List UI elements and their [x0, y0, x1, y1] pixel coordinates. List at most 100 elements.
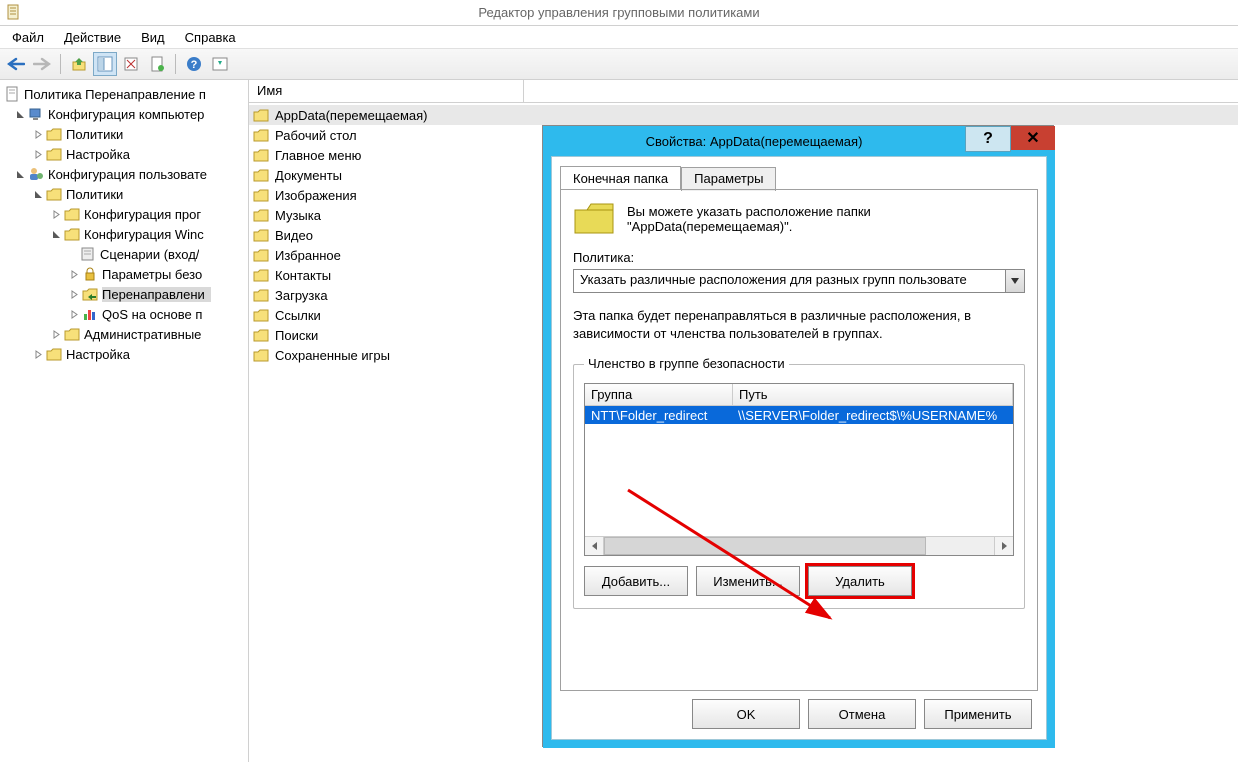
- list-label: Загрузка: [275, 288, 328, 303]
- expand-icon[interactable]: [32, 128, 44, 140]
- folder-icon: [253, 149, 269, 162]
- app-icon: [6, 4, 22, 20]
- scroll-left-icon[interactable]: [585, 537, 604, 555]
- column-name[interactable]: Имя: [249, 80, 524, 102]
- list-label: Сохраненные игры: [275, 348, 390, 363]
- nav-forward-button[interactable]: [30, 52, 54, 76]
- tree-admin-templates[interactable]: Административные: [0, 324, 248, 344]
- dialog-help-button[interactable]: ?: [965, 126, 1011, 152]
- add-button[interactable]: Добавить...: [584, 566, 688, 596]
- script-icon: [80, 246, 96, 262]
- tree-user-policies[interactable]: Политики: [0, 184, 248, 204]
- delete-button[interactable]: [119, 52, 143, 76]
- apply-button[interactable]: Применить: [924, 699, 1032, 729]
- grid-row[interactable]: NTT\Folder_redirect \\SERVER\Folder_redi…: [585, 406, 1013, 424]
- folder-icon: [46, 128, 62, 141]
- edit-button[interactable]: Изменить...: [696, 566, 800, 596]
- info-text: Вы можете указать расположение папки "Ap…: [627, 200, 937, 234]
- list-label: Избранное: [275, 248, 341, 263]
- filter-button[interactable]: [208, 52, 232, 76]
- tree-scripts[interactable]: Сценарии (вход/: [0, 244, 248, 264]
- col-group[interactable]: Группа: [585, 384, 733, 405]
- expand-icon[interactable]: [32, 148, 44, 160]
- horizontal-scrollbar[interactable]: [585, 536, 1013, 555]
- tree-qos[interactable]: QoS на основе п: [0, 304, 248, 324]
- expand-icon[interactable]: [32, 348, 44, 360]
- toolbar: ?: [0, 48, 1238, 80]
- tree-root[interactable]: Политика Перенаправление п: [0, 84, 248, 104]
- tree-label: Сценарии (вход/: [100, 247, 199, 262]
- tree-label: Параметры безо: [102, 267, 202, 282]
- list-item[interactable]: AppData(перемещаемая): [249, 105, 1238, 125]
- menu-help[interactable]: Справка: [177, 28, 248, 47]
- folder-icon: [64, 208, 80, 221]
- policy-label: Политика:: [573, 250, 1025, 265]
- dialog-titlebar-buttons: ? ✕: [965, 126, 1055, 152]
- tree-security[interactable]: Параметры безо: [0, 264, 248, 284]
- list-label: Музыка: [275, 208, 321, 223]
- tab-page: Вы можете указать расположение папки "Ap…: [560, 189, 1038, 691]
- tree-folder-redirect[interactable]: Перенаправлени: [0, 284, 248, 304]
- menu-file[interactable]: Файл: [4, 28, 56, 47]
- expand-icon[interactable]: [50, 208, 62, 220]
- toolbar-separator: [175, 54, 176, 74]
- tree-user-settings[interactable]: Настройка: [0, 344, 248, 364]
- toolbar-separator: [60, 54, 61, 74]
- collapse-icon[interactable]: [32, 188, 44, 200]
- collapse-icon[interactable]: [50, 228, 62, 240]
- nav-back-button[interactable]: [4, 52, 28, 76]
- tree-label: Конфигурация пользовате: [48, 167, 207, 182]
- folder-icon: [253, 349, 269, 362]
- ok-button[interactable]: OK: [692, 699, 800, 729]
- tab-target-folder[interactable]: Конечная папка: [560, 166, 681, 190]
- scroll-thumb[interactable]: [604, 537, 926, 555]
- membership-grid[interactable]: Группа Путь NTT\Folder_redirect \\SERVER…: [584, 383, 1014, 556]
- cancel-button[interactable]: Отмена: [808, 699, 916, 729]
- tree-windows-cfg[interactable]: Конфигурация Winc: [0, 224, 248, 244]
- page-icon: [4, 86, 20, 102]
- tree-label: QoS на основе п: [102, 307, 202, 322]
- collapse-icon[interactable]: [14, 168, 26, 180]
- chart-icon: [82, 306, 98, 322]
- menu-action[interactable]: Действие: [56, 28, 133, 47]
- list-header: Имя: [249, 80, 1238, 103]
- lock-icon: [82, 266, 98, 282]
- folder-icon: [253, 289, 269, 302]
- expand-icon[interactable]: [68, 268, 80, 280]
- dialog-close-button[interactable]: ✕: [1011, 126, 1055, 150]
- grid-body[interactable]: NTT\Folder_redirect \\SERVER\Folder_redi…: [585, 406, 1013, 536]
- tree-computer-policies[interactable]: Политики: [0, 124, 248, 144]
- tree-label: Перенаправлени: [102, 287, 211, 302]
- up-button[interactable]: [67, 52, 91, 76]
- chevron-down-icon[interactable]: [1005, 270, 1024, 292]
- info-row: Вы можете указать расположение папки "Ap…: [573, 200, 1025, 236]
- properties-button[interactable]: [145, 52, 169, 76]
- scroll-track[interactable]: [604, 537, 994, 555]
- tree-computer-cfg[interactable]: Конфигурация компьютер: [0, 104, 248, 124]
- tree-panel[interactable]: Политика Перенаправление п Конфигурация …: [0, 80, 249, 762]
- titlebar: Редактор управления групповыми политикам…: [0, 0, 1238, 26]
- scroll-right-icon[interactable]: [994, 537, 1013, 555]
- collapse-icon[interactable]: [14, 108, 26, 120]
- policy-combo[interactable]: Указать различные расположения для разны…: [573, 269, 1025, 293]
- expand-icon[interactable]: [68, 288, 80, 300]
- tree-user-cfg[interactable]: Конфигурация пользовате: [0, 164, 248, 184]
- tab-parameters[interactable]: Параметры: [681, 167, 776, 191]
- grid-header: Группа Путь: [585, 384, 1013, 406]
- list-label: Видео: [275, 228, 313, 243]
- tree-computer-settings[interactable]: Настройка: [0, 144, 248, 164]
- tree-software-cfg[interactable]: Конфигурация прог: [0, 204, 248, 224]
- tree-view-button[interactable]: [93, 52, 117, 76]
- folder-icon: [46, 148, 62, 161]
- help-button[interactable]: ?: [182, 52, 206, 76]
- tree-label: Конфигурация компьютер: [48, 107, 204, 122]
- folder-icon: [253, 309, 269, 322]
- menu-view[interactable]: Вид: [133, 28, 177, 47]
- tree-label: Политики: [66, 127, 123, 142]
- col-path[interactable]: Путь: [733, 384, 1013, 405]
- menubar: Файл Действие Вид Справка: [0, 26, 1238, 48]
- expand-icon[interactable]: [50, 328, 62, 340]
- expand-icon[interactable]: [68, 308, 80, 320]
- folder-icon: [46, 348, 62, 361]
- delete-button[interactable]: Удалить: [808, 566, 912, 596]
